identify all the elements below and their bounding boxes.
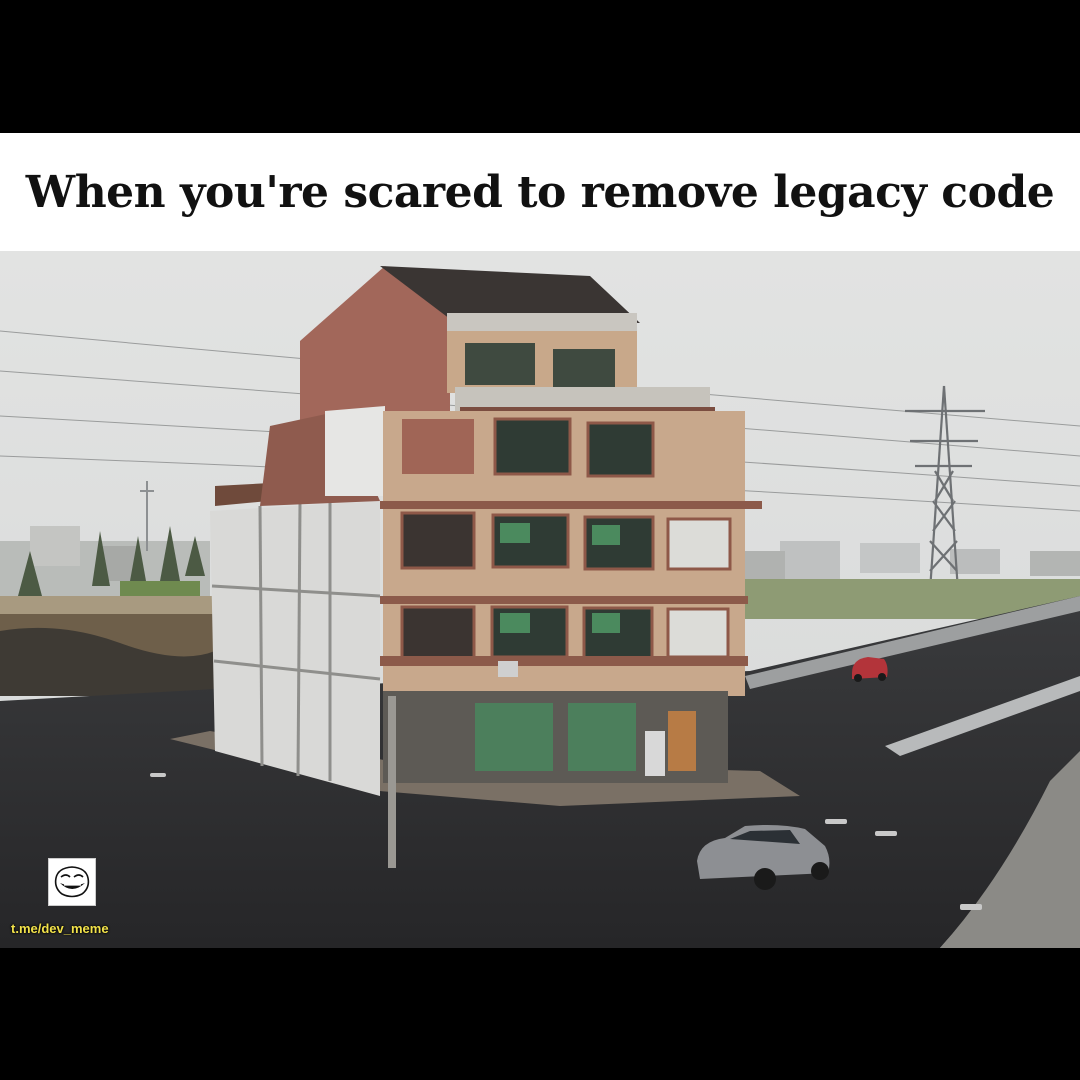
meme-caption: When you're scared to remove legacy code [25, 166, 1055, 218]
caption-panel: When you're scared to remove legacy code [0, 133, 1080, 251]
utility-pole [388, 696, 396, 868]
bottom-frame-bar [0, 948, 1080, 1080]
photo-illustration [0, 251, 1080, 948]
top-frame-bar [0, 0, 1080, 133]
troll-face-icon [48, 858, 96, 906]
meme-photo [0, 251, 1080, 948]
channel-watermark: t.me/dev_meme [11, 921, 109, 936]
